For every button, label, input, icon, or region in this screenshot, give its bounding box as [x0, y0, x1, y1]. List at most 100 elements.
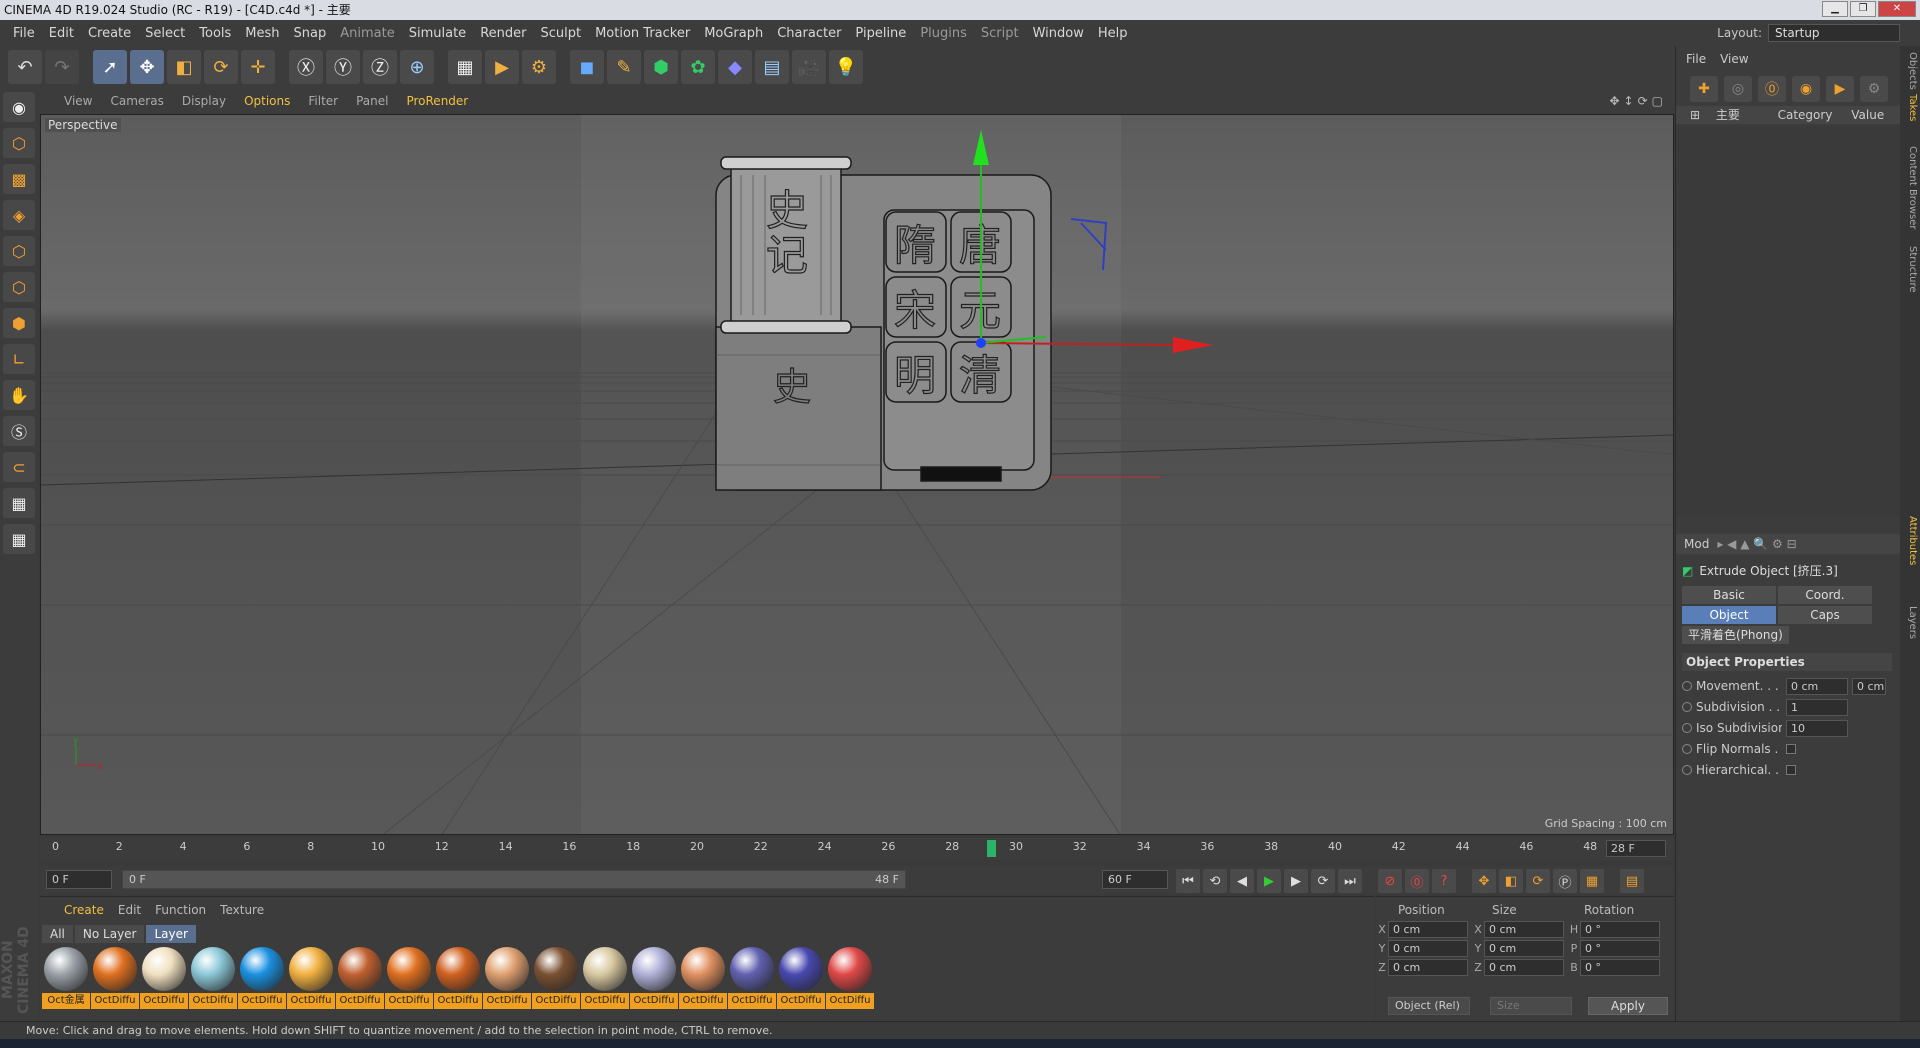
- side-tab-objects[interactable]: Objects: [1902, 52, 1918, 90]
- render-settings-icon[interactable]: ⚙: [522, 50, 556, 84]
- make-editable-icon[interactable]: ◉: [3, 92, 35, 122]
- go-to-end-icon[interactable]: ⏭: [1338, 869, 1362, 893]
- menu-help[interactable]: Help: [1091, 26, 1135, 41]
- solo-icon[interactable]: Ⓢ: [3, 416, 35, 446]
- deformer-icon[interactable]: ◆: [718, 50, 752, 84]
- move-icon[interactable]: ✥: [130, 50, 164, 84]
- attr-animate-dot[interactable]: [1682, 765, 1692, 775]
- menu-render[interactable]: Render: [473, 26, 533, 41]
- attr-checkbox[interactable]: [1786, 744, 1796, 754]
- floor-icon[interactable]: ▤: [755, 50, 789, 84]
- menu-character[interactable]: Character: [770, 26, 848, 41]
- light-icon[interactable]: 💡: [829, 50, 863, 84]
- size-field[interactable]: 0 cm: [1484, 959, 1564, 976]
- material-swatch[interactable]: OctDiffu: [238, 947, 286, 1009]
- rotation-field[interactable]: 0 °: [1580, 959, 1660, 976]
- select-icon[interactable]: ➚: [93, 50, 127, 84]
- menu-plugins[interactable]: Plugins: [913, 26, 974, 41]
- side-tab-attributes[interactable]: Attributes: [1902, 516, 1918, 565]
- viewport-menu-view[interactable]: View: [64, 94, 92, 108]
- attr-mode-menu[interactable]: Mod: [1684, 537, 1709, 551]
- rotate-icon[interactable]: ⟳: [204, 50, 238, 84]
- material-tab-no-layer[interactable]: No Layer: [74, 925, 145, 943]
- viewport-name[interactable]: Perspective: [45, 118, 121, 132]
- menu-edit[interactable]: Edit: [42, 26, 81, 41]
- prev-key-icon[interactable]: ⟲: [1203, 869, 1227, 893]
- close-button[interactable]: ✕: [1878, 1, 1916, 17]
- rotation-field[interactable]: 0 °: [1580, 940, 1660, 957]
- scale-icon[interactable]: ◧: [167, 50, 201, 84]
- record-active-icon[interactable]: ⊘: [1378, 869, 1402, 893]
- next-frame-icon[interactable]: ▶: [1284, 869, 1308, 893]
- side-tab-layers[interactable]: Layers: [1902, 606, 1918, 639]
- prev-frame-icon[interactable]: ◀: [1230, 869, 1254, 893]
- auto-take-icon[interactable]: ⓪: [1758, 76, 1786, 102]
- camera-icon[interactable]: 🎥: [792, 50, 826, 84]
- side-tab-takes[interactable]: Takes: [1902, 94, 1918, 121]
- material-menu-texture[interactable]: Texture: [220, 903, 264, 917]
- material-swatch[interactable]: OctDiffu: [728, 947, 776, 1009]
- position-field[interactable]: 0 cm: [1388, 940, 1468, 957]
- material-swatch[interactable]: OctDiffu: [483, 947, 531, 1009]
- menu-snap[interactable]: Snap: [287, 26, 334, 41]
- add-take-icon[interactable]: ✚: [1690, 76, 1718, 102]
- position-field[interactable]: 0 cm: [1388, 959, 1468, 976]
- side-tab-structure[interactable]: Structure: [1902, 246, 1918, 293]
- key-scale-icon[interactable]: ◧: [1499, 869, 1523, 893]
- next-key-icon[interactable]: ⟳: [1311, 869, 1335, 893]
- menu-create[interactable]: Create: [81, 26, 138, 41]
- render-view-icon[interactable]: ▦: [448, 50, 482, 84]
- viewport-menu-cameras[interactable]: Cameras: [110, 94, 163, 108]
- material-swatch[interactable]: OctDiffu: [189, 947, 237, 1009]
- start-frame-field[interactable]: 0 F: [46, 870, 112, 889]
- material-swatch[interactable]: OctDiffu: [532, 947, 580, 1009]
- z-axis-icon[interactable]: Ⓩ: [363, 50, 397, 84]
- material-swatch[interactable]: OctDiffu: [385, 947, 433, 1009]
- menu-mesh[interactable]: Mesh: [238, 26, 286, 41]
- lock-take-icon[interactable]: ◉: [1792, 76, 1820, 102]
- timeline-ruler[interactable]: 28 F 0 2 4 6 8 10 12 14 16 18 20 22 24 26 28 30 32 34 36 38…: [40, 838, 1674, 860]
- menu-script[interactable]: Script: [974, 26, 1026, 41]
- attr-animate-dot[interactable]: [1682, 681, 1692, 691]
- y-axis-icon[interactable]: Ⓨ: [326, 50, 360, 84]
- attr-value-field[interactable]: 0 cm: [1786, 677, 1848, 695]
- material-swatch[interactable]: Oct金属: [42, 947, 90, 1009]
- perspective-viewport[interactable]: 史 记 隋 唐 宋 元 明 清 史 y x Perspective Grid S…: [40, 114, 1674, 835]
- world-coords-icon[interactable]: ⊕: [400, 50, 434, 84]
- layout-select[interactable]: Startup: [1768, 24, 1900, 42]
- viewport-menu-panel[interactable]: Panel: [356, 94, 388, 108]
- cube-icon[interactable]: ◼: [570, 50, 604, 84]
- material-menu-function[interactable]: Function: [155, 903, 206, 917]
- menu-select[interactable]: Select: [138, 26, 192, 41]
- attr-tab-coord[interactable]: Coord.: [1778, 586, 1872, 604]
- cloner-icon[interactable]: ✿: [681, 50, 715, 84]
- material-menu-edit[interactable]: Edit: [118, 903, 141, 917]
- viewport-menu-filter[interactable]: Filter: [308, 94, 338, 108]
- render-picture-viewer-icon[interactable]: ▶: [485, 50, 519, 84]
- take-override-icon[interactable]: ◎: [1724, 76, 1752, 102]
- attr-animate-dot[interactable]: [1682, 723, 1692, 733]
- material-swatch[interactable]: OctDiffu: [777, 947, 825, 1009]
- workplane-icon[interactable]: ◈: [3, 200, 35, 230]
- planar-workplane-icon[interactable]: ▦: [3, 524, 35, 554]
- key-param-icon[interactable]: Ⓟ: [1553, 869, 1577, 893]
- material-swatch[interactable]: OctDiffu: [826, 947, 874, 1009]
- size-mode-dropdown[interactable]: Size: [1490, 997, 1572, 1015]
- attr-animate-dot[interactable]: [1682, 744, 1692, 754]
- current-frame-field[interactable]: 28 F: [1606, 840, 1666, 857]
- play-icon[interactable]: ▶: [1257, 869, 1281, 893]
- maximize-button[interactable]: ❐: [1850, 1, 1876, 17]
- material-menu-create[interactable]: Create: [64, 903, 104, 917]
- side-tab-content-browser[interactable]: Content Browser: [1902, 146, 1918, 229]
- tweak-mode-icon[interactable]: ✋: [3, 380, 35, 410]
- om-menu-view[interactable]: View: [1720, 52, 1748, 66]
- attr-value-field[interactable]: 1: [1786, 698, 1848, 716]
- material-swatch[interactable]: OctDiffu: [140, 947, 188, 1009]
- takes-list[interactable]: [1676, 126, 1901, 516]
- material-tab-all[interactable]: All: [42, 925, 73, 943]
- pen-icon[interactable]: ✎: [607, 50, 641, 84]
- undo-icon[interactable]: ↶: [8, 50, 42, 84]
- workplane-lock-icon[interactable]: ▦: [3, 488, 35, 518]
- material-swatch[interactable]: OctDiffu: [581, 947, 629, 1009]
- material-swatch[interactable]: OctDiffu: [434, 947, 482, 1009]
